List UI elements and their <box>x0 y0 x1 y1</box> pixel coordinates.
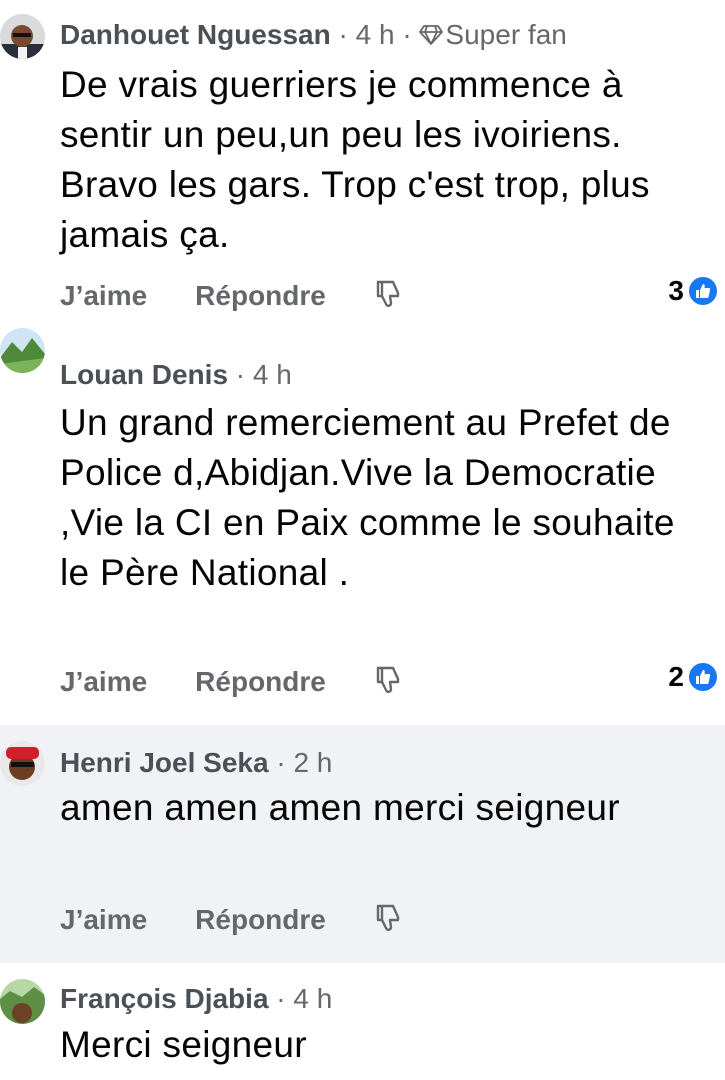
comment-header: François Djabia · 4 h <box>60 982 332 1016</box>
like-reaction-icon <box>687 275 719 307</box>
timestamp[interactable]: 4 h <box>253 359 292 390</box>
comment-text: De vrais guerriers je commence à sentir … <box>60 64 650 255</box>
author-name[interactable]: François Djabia <box>60 983 269 1014</box>
separator-dot: · <box>402 19 420 50</box>
comment-item: Danhouet Nguessan · 4 h · Super fan De v… <box>0 0 725 325</box>
dislike-button[interactable] <box>374 665 402 703</box>
author-name[interactable]: Danhouet Nguessan <box>60 19 331 50</box>
like-button[interactable]: J’aime <box>60 280 147 311</box>
comment-text: Merci seigneur <box>60 1024 307 1065</box>
comment-header: Danhouet Nguessan · 4 h · Super fan <box>60 18 567 54</box>
avatar[interactable] <box>0 741 45 786</box>
avatar[interactable] <box>0 328 45 373</box>
separator-dot: · <box>276 747 294 778</box>
comment-text: Un grand remerciement au Prefet de Polic… <box>60 402 675 593</box>
timestamp[interactable]: 2 h <box>293 747 332 778</box>
reply-button[interactable]: Répondre <box>195 904 326 935</box>
timestamp[interactable]: 4 h <box>293 983 332 1014</box>
comment-actions: J’aime Répondre <box>60 279 402 317</box>
thumbs-down-icon <box>376 280 400 307</box>
comment-header: Louan Denis · 4 h <box>60 358 292 392</box>
comment-actions: J’aime Répondre <box>60 903 402 941</box>
thumbs-down-icon <box>376 666 400 693</box>
like-button[interactable]: J’aime <box>60 904 147 935</box>
separator-dot: · <box>276 983 294 1014</box>
dislike-button[interactable] <box>374 279 402 317</box>
separator-dot: · <box>235 359 253 390</box>
comment-item: Henri Joel Seka · 2 h amen amen amen mer… <box>0 725 725 963</box>
thumbs-down-icon <box>376 904 400 931</box>
avatar[interactable] <box>0 979 45 1024</box>
author-name[interactable]: Henri Joel Seka <box>60 747 269 778</box>
reply-button[interactable]: Répondre <box>195 666 326 697</box>
separator-dot: · <box>338 19 356 50</box>
dislike-button[interactable] <box>374 903 402 941</box>
comment-text: amen amen amen merci seigneur <box>60 787 620 828</box>
reaction-summary[interactable]: 2 <box>668 661 719 693</box>
timestamp[interactable]: 4 h <box>356 19 395 50</box>
super-fan-badge: Super fan <box>445 19 567 50</box>
comment-item: Louan Denis · 4 h Un grand remerciement … <box>0 325 725 725</box>
avatar-photo-icon <box>0 14 45 59</box>
comment-header: Henri Joel Seka · 2 h <box>60 746 332 780</box>
reply-button[interactable]: Répondre <box>195 280 326 311</box>
avatar-photo-icon <box>0 979 45 1024</box>
comment-item: François Djabia · 4 h Merci seigneur <box>0 963 725 1080</box>
avatar[interactable] <box>0 14 45 59</box>
diamond-icon <box>419 20 444 54</box>
reaction-count: 2 <box>668 661 684 692</box>
reaction-summary[interactable]: 3 <box>668 275 719 307</box>
like-reaction-icon <box>687 661 719 693</box>
comment-actions: J’aime Répondre <box>60 665 402 703</box>
avatar-photo-icon <box>0 741 45 786</box>
reaction-count: 3 <box>668 275 684 306</box>
like-button[interactable]: J’aime <box>60 666 147 697</box>
avatar-photo-icon <box>0 328 45 373</box>
author-name[interactable]: Louan Denis <box>60 359 228 390</box>
